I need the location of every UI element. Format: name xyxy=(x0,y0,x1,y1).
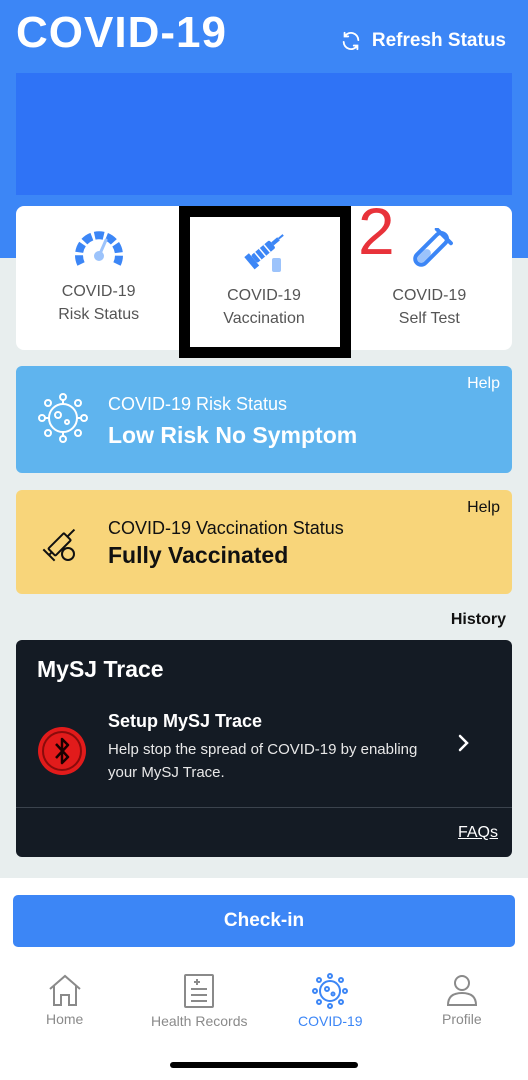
self-test-line2: Self Test xyxy=(398,310,460,327)
nav-profile[interactable]: Profile xyxy=(442,973,482,1027)
faqs-link[interactable]: FAQs xyxy=(458,824,498,842)
profile-icon xyxy=(446,975,477,1006)
vaccination-help-link[interactable]: Help xyxy=(467,499,500,517)
nav-covid-19-label: COVID-19 xyxy=(298,1013,363,1029)
banner xyxy=(16,73,512,195)
nav-health-records[interactable]: Health Records xyxy=(151,973,248,1029)
refresh-icon xyxy=(342,31,360,51)
history-link[interactable]: History xyxy=(451,611,506,629)
nav-profile-label: Profile xyxy=(442,1011,482,1027)
nav-home-label: Home xyxy=(46,1011,84,1027)
refresh-status-label: Refresh Status xyxy=(371,30,506,51)
check-in-button[interactable]: Check-in xyxy=(13,895,515,947)
refresh-status-button[interactable]: Refresh Status xyxy=(340,30,506,52)
bottom-nav: Home Health Records COVID-19 Profile xyxy=(0,973,528,1033)
risk-status-shortcut[interactable]: COVID-19 Risk Status xyxy=(16,206,181,350)
test-tube-icon xyxy=(413,228,454,267)
nav-covid-19[interactable]: COVID-19 xyxy=(298,973,363,1029)
virus-icon xyxy=(312,973,349,1009)
vaccine-icon xyxy=(42,528,76,562)
risk-status-line1: COVID-19 xyxy=(61,283,136,300)
page-title: COVID-19 xyxy=(16,8,227,57)
annotation-highlight-box xyxy=(179,206,351,358)
setup-trace-title: Setup MySJ Trace xyxy=(108,711,263,731)
chevron-right-icon xyxy=(458,734,469,752)
nav-health-records-label: Health Records xyxy=(151,1013,248,1029)
annotation-number: 2 xyxy=(358,194,395,268)
setup-trace-row[interactable]: Setup MySJ Trace Help stop the spread of… xyxy=(16,706,512,806)
risk-status-line2: Risk Status xyxy=(58,306,140,323)
risk-status-title: COVID-19 Risk Status xyxy=(108,394,288,414)
gauge-icon xyxy=(74,231,123,266)
mysj-trace-card: MySJ Trace Setup MySJ Trace Help stop th… xyxy=(16,640,512,857)
risk-help-link[interactable]: Help xyxy=(467,375,500,393)
nav-home[interactable]: Home xyxy=(46,973,83,1027)
bottom-panel: Check-in Home Health Records COVID-19 Pr… xyxy=(0,878,528,1080)
health-records-icon xyxy=(184,974,215,1008)
setup-trace-description: Help stop the spread of COVID-19 by enab… xyxy=(108,741,418,781)
vaccination-status-value: Fully Vaccinated xyxy=(108,542,289,568)
bluetooth-icon xyxy=(38,727,86,775)
home-indicator xyxy=(170,1062,358,1068)
home-icon xyxy=(49,974,81,1006)
self-test-line1: COVID-19 xyxy=(392,287,467,304)
risk-status-card[interactable]: Help COVID-19 Risk Status Low Risk No Sy… xyxy=(16,366,512,473)
divider xyxy=(16,807,512,808)
vaccination-status-card[interactable]: Help COVID-19 Vaccination Status Fully V… xyxy=(16,490,512,594)
vaccination-status-title: COVID-19 Vaccination Status xyxy=(108,518,344,538)
trace-title: MySJ Trace xyxy=(37,656,164,682)
risk-status-value: Low Risk No Symptom xyxy=(108,422,358,448)
virus-icon xyxy=(38,393,88,443)
